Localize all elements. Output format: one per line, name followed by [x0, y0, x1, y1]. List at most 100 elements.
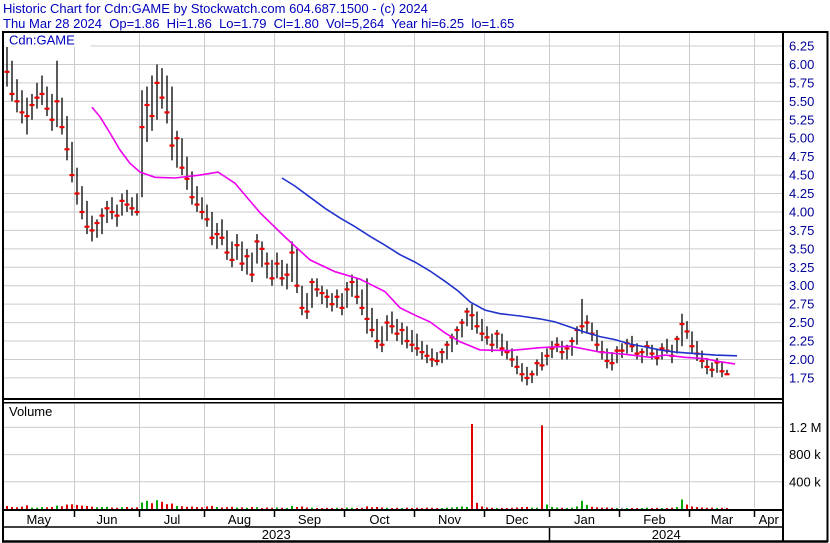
- symbol-label: Cdn:GAME: [9, 33, 75, 48]
- price-tick-label: 5.75: [789, 75, 814, 90]
- volume-bar: [436, 508, 438, 509]
- volume-bar: [441, 508, 443, 509]
- volume-bar: [636, 508, 638, 509]
- year-label: 2023: [262, 527, 291, 542]
- volume-bar: [256, 507, 258, 509]
- month-label: Aug: [228, 512, 251, 527]
- volume-bar: [356, 507, 358, 509]
- price-tick-label: 2.25: [789, 334, 814, 349]
- month-label: Feb: [643, 512, 665, 527]
- volume-bar: [76, 504, 78, 509]
- volume-bar: [501, 507, 503, 509]
- volume-bar: [376, 506, 378, 509]
- volume-bar: [621, 507, 623, 509]
- volume-bar: [291, 505, 293, 509]
- volume-bar: [551, 506, 553, 509]
- month-label: Nov: [438, 512, 462, 527]
- volume-bar: [311, 507, 313, 509]
- volume-bar: [411, 507, 413, 509]
- volume-bar: [671, 507, 673, 509]
- volume-bar: [131, 507, 133, 509]
- volume-bar: [336, 507, 338, 509]
- price-tick-label: 2.75: [789, 297, 814, 312]
- volume-bar: [191, 506, 193, 509]
- volume-bar: [251, 506, 253, 509]
- volume-bar: [216, 506, 218, 509]
- volume-tick-label: 1.2 M: [789, 420, 822, 435]
- volume-bar: [36, 507, 38, 509]
- volume-bar: [316, 507, 318, 509]
- volume-bar: [281, 507, 283, 509]
- price-tick-label: 4.00: [789, 204, 814, 219]
- volume-bar: [66, 504, 68, 509]
- volume-bar: [456, 507, 458, 509]
- volume-bar: [681, 499, 683, 509]
- volume-bar: [166, 504, 168, 509]
- month-label: Dec: [505, 512, 529, 527]
- month-label: Oct: [369, 512, 390, 527]
- volume-bar: [381, 507, 383, 509]
- volume-bar: [341, 507, 343, 509]
- volume-bar: [651, 508, 653, 509]
- volume-bar: [506, 508, 508, 509]
- volume-bar: [111, 507, 113, 509]
- volume-bar: [171, 503, 173, 509]
- month-label: Mar: [711, 512, 734, 527]
- month-label: Jan: [574, 512, 595, 527]
- volume-bar: [206, 506, 208, 509]
- volume-bar: [231, 506, 233, 509]
- volume-bar: [606, 507, 608, 509]
- volume-bar: [706, 507, 708, 509]
- volume-bar: [241, 507, 243, 509]
- volume-bar: [576, 506, 578, 509]
- volume-bar: [126, 506, 128, 509]
- volume-bar: [471, 424, 473, 509]
- volume-bar: [86, 505, 88, 509]
- volume-bar: [81, 505, 83, 509]
- price-tick-label: 2.00: [789, 352, 814, 367]
- month-label: Apr: [759, 512, 780, 527]
- volume-bar: [481, 506, 483, 509]
- volume-bar: [591, 506, 593, 509]
- volume-bar: [146, 500, 148, 509]
- ma-short-magenta: [91, 106, 736, 365]
- volume-bar: [361, 507, 363, 509]
- volume-bar: [426, 507, 428, 509]
- month-label: May: [26, 512, 51, 527]
- price-volume-chart: 6.25 6.00 5.75 5.50 5.25 5.00 4.75 4.50 4.25 4.00…: [2, 31, 829, 543]
- volume-bar: [511, 507, 513, 509]
- volume-bar: [556, 507, 558, 509]
- volume-bar: [276, 507, 278, 509]
- volume-bar: [116, 507, 118, 509]
- volume-bar: [71, 504, 73, 509]
- volume-bar: [631, 507, 633, 509]
- volume-bar: [666, 507, 668, 509]
- volume-bar: [271, 507, 273, 509]
- volume-bar: [11, 506, 13, 509]
- axis-labels: 6.25 6.00 5.75 5.50 5.25 5.00 4.75 4.50 4.25 4.00…: [26, 39, 821, 543]
- volume-bar: [56, 505, 58, 509]
- volume-bar: [641, 507, 643, 509]
- volume-bar: [121, 507, 123, 509]
- volume-bar: [726, 508, 728, 509]
- volume-bar: [401, 508, 403, 509]
- volume-bar: [31, 507, 33, 509]
- price-tick-label: 4.75: [789, 149, 814, 164]
- volume-bar: [541, 425, 543, 509]
- volume-bar: [156, 500, 158, 509]
- volume-bar: [366, 506, 368, 509]
- price-grid: [4, 33, 782, 398]
- volume-bar: [466, 506, 468, 509]
- month-label: Sep: [298, 512, 321, 527]
- volume-bar: [371, 507, 373, 509]
- month-label: Jul: [164, 512, 181, 527]
- volume-bar: [91, 506, 93, 509]
- price-tick-label: 5.50: [789, 94, 814, 109]
- price-tick-label: 6.00: [789, 57, 814, 72]
- volume-bar: [421, 507, 423, 509]
- volume-bar: [101, 506, 103, 509]
- volume-bar: [626, 508, 628, 509]
- volume-bar: [476, 502, 478, 509]
- volume-bar: [176, 505, 178, 509]
- volume-bar: [406, 507, 408, 509]
